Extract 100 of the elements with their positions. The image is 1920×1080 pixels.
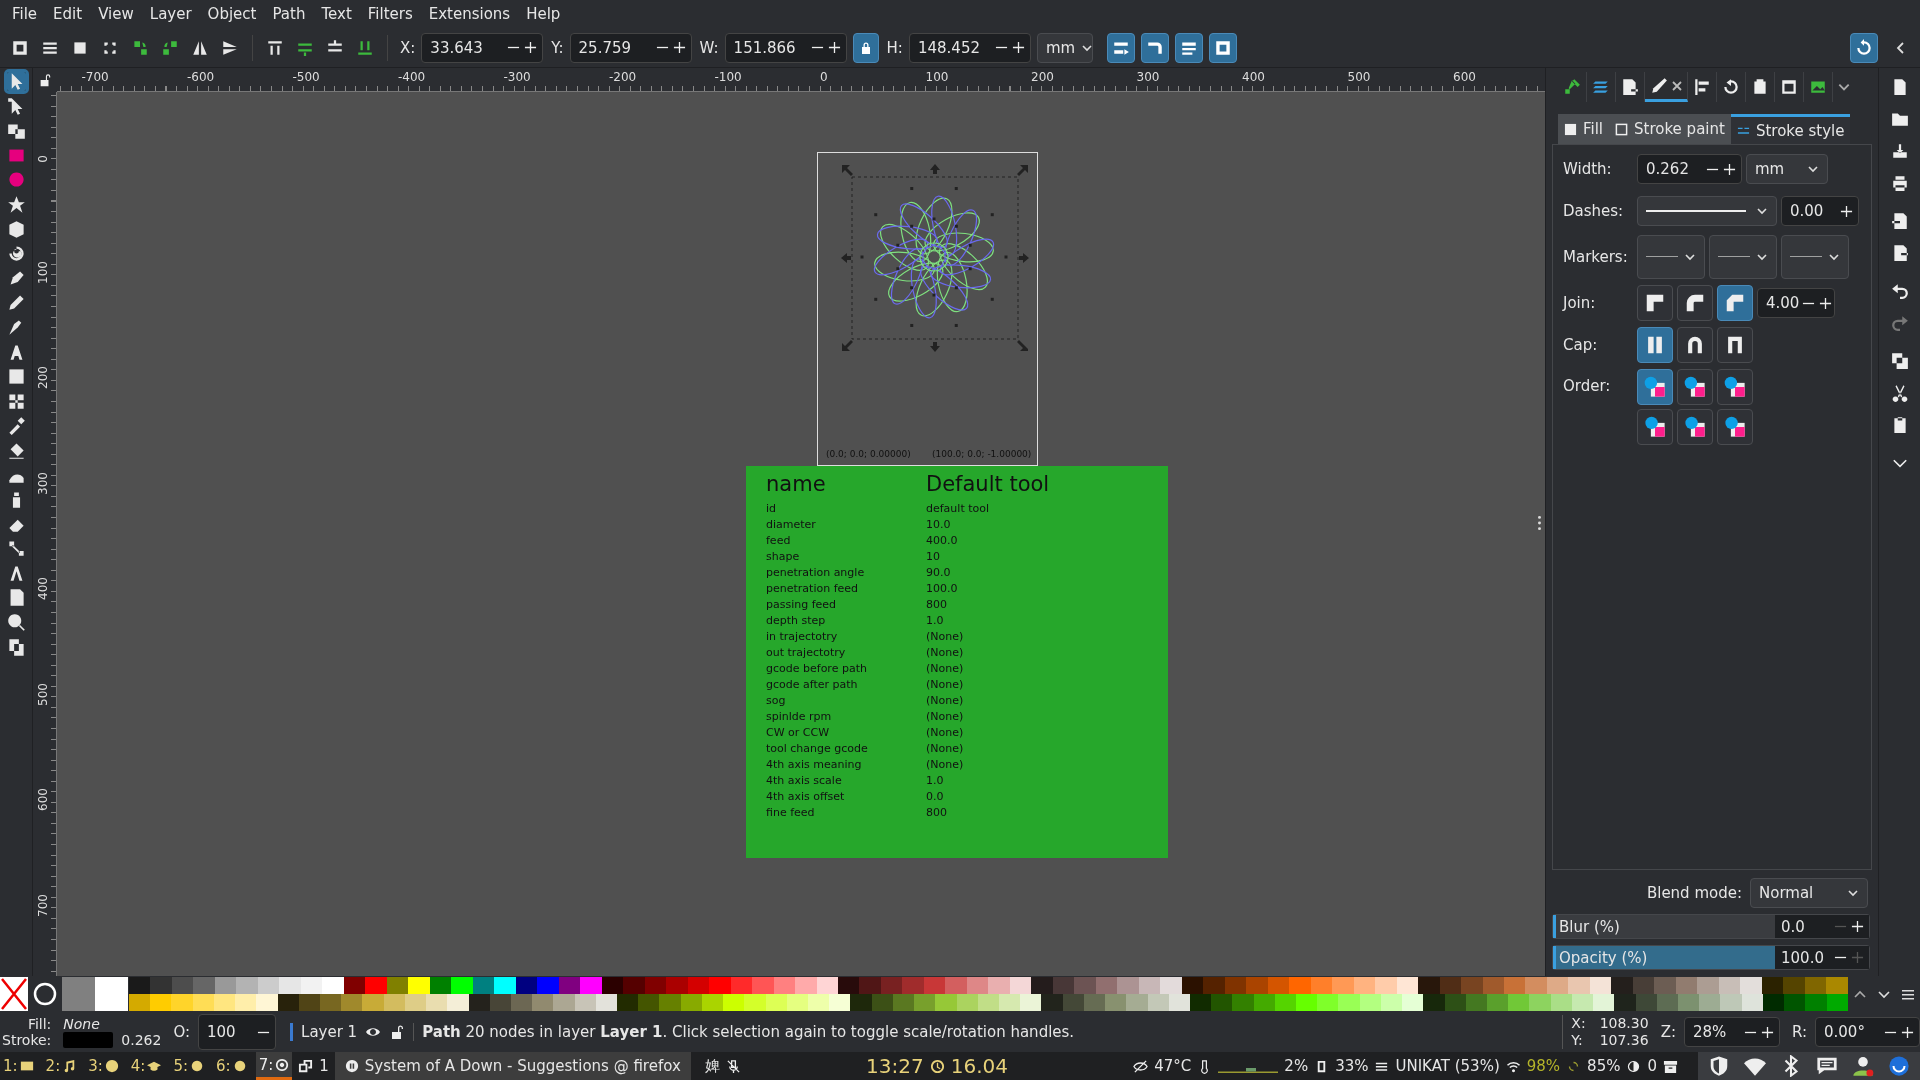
- rotation-field[interactable]: 0.00°: [1815, 1017, 1920, 1047]
- table-cell: 10.0: [926, 517, 951, 531]
- workspace-button[interactable]: 3:: [85, 1052, 122, 1080]
- zoom-field[interactable]: 28%: [1684, 1017, 1780, 1047]
- table-cell-text: spinlde rpm: [766, 709, 833, 723]
- fill-label: Fill:: [26, 1016, 52, 1032]
- menu-item[interactable]: File: [4, 3, 46, 25]
- menu-item[interactable]: Edit: [45, 3, 91, 25]
- ruler-label: 200: [36, 366, 50, 389]
- workspace-button[interactable]: 2:: [42, 1052, 80, 1080]
- menu-item[interactable]: Extensions: [420, 3, 519, 25]
- workspace-button[interactable]: 6:: [213, 1052, 250, 1080]
- ruler-label: 500: [1347, 70, 1371, 84]
- ruler-label: 600: [36, 788, 50, 811]
- cursor-x-label: X:: [1571, 1015, 1586, 1032]
- number-field[interactable]: 0.00: [1781, 196, 1859, 226]
- table-cell-text: sog: [766, 693, 787, 707]
- number-field[interactable]: 4.00: [1757, 288, 1835, 318]
- table-cell: (None): [926, 725, 964, 739]
- table-cell: (None): [926, 661, 964, 675]
- cursor-x-value: 108.30: [1599, 1015, 1649, 1032]
- opacity-field[interactable]: 100: [198, 1014, 277, 1050]
- table-cell: 100.0: [926, 581, 958, 595]
- table-cell-text: shape: [766, 549, 801, 563]
- cursor-y-value: 107.36: [1599, 1032, 1649, 1049]
- unit-dropdown[interactable]: mm: [1746, 154, 1828, 184]
- menu-item[interactable]: Text: [313, 3, 360, 25]
- table-header: Default tool: [926, 472, 1050, 496]
- menu-item[interactable]: View: [90, 3, 142, 25]
- ruler-label: 0: [820, 70, 828, 84]
- tab[interactable]: Stroke style: [1730, 114, 1851, 144]
- layer-selector[interactable]: Layer 1: [290, 1023, 358, 1041]
- clock-date: 16.04: [950, 1054, 1008, 1078]
- workspace-button[interactable]: 7:: [255, 1052, 293, 1080]
- input-method-indicator[interactable]: 婢: [704, 1056, 720, 1076]
- notification-count: 0: [1647, 1057, 1657, 1075]
- table-cell-text: CW or CCW: [766, 725, 831, 739]
- table-cell: (None): [926, 693, 964, 707]
- menu-item[interactable]: Object: [199, 3, 265, 25]
- menu-item[interactable]: Layer: [141, 3, 200, 25]
- cpu-usage: 2%: [1284, 1057, 1309, 1075]
- tab[interactable]: Fill: [1558, 114, 1610, 144]
- ruler-label: 300: [36, 471, 50, 495]
- window-count: 1: [319, 1057, 329, 1075]
- tab[interactable]: Stroke paint: [1609, 114, 1731, 144]
- battery-level: 98%: [1526, 1057, 1561, 1075]
- brightness-level: 85%: [1587, 1057, 1621, 1075]
- rotation-label: R:: [1792, 1023, 1807, 1041]
- zoom-label: Z:: [1660, 1023, 1676, 1041]
- coordinate-label: (100.0; 0.0; -1.00000): [932, 449, 1032, 459]
- table-cell: (None): [926, 677, 964, 691]
- table-cell-text: 4th axis meaning: [766, 757, 863, 771]
- workspace-button[interactable]: 1:: [0, 1052, 37, 1080]
- number-field[interactable]: 148.452: [908, 32, 1031, 63]
- table-cell-text: gcode after path: [766, 677, 859, 691]
- table-cell-text: depth step: [766, 613, 827, 627]
- slider[interactable]: Opacity (%) 100.0: [1552, 945, 1870, 970]
- workspace-button[interactable]: 4:: [127, 1052, 165, 1080]
- field-label: Y:: [551, 38, 564, 57]
- ruler-label: 100: [36, 260, 50, 284]
- ruler-label: 0: [36, 155, 50, 163]
- number-field[interactable]: 33.643: [421, 32, 544, 63]
- table-cell-text: diameter: [766, 517, 817, 531]
- table-cell: 1.0: [926, 773, 944, 787]
- number-field[interactable]: 0.262: [1637, 154, 1742, 184]
- table-cell-text: penetration feed: [766, 581, 860, 595]
- menu-item[interactable]: Filters: [359, 3, 421, 25]
- table-cell: 800: [926, 597, 947, 611]
- ruler-label: 400: [36, 577, 50, 600]
- ruler-label: 600: [1453, 70, 1476, 84]
- table-cell: (None): [926, 645, 964, 659]
- table-cell-text: passing feed: [766, 597, 838, 611]
- workspace-button[interactable]: 5:: [170, 1052, 208, 1080]
- field-label: Order:: [1563, 377, 1612, 395]
- slider-label: Blur (%): [1558, 917, 1620, 936]
- menu-item[interactable]: Help: [518, 3, 569, 25]
- table-cell-text: penetration angle: [766, 565, 866, 579]
- table-cell: (None): [926, 629, 964, 643]
- ruler-label: 700: [36, 893, 50, 917]
- menu-item[interactable]: Path: [264, 3, 314, 25]
- unit-dropdown[interactable]: mm: [1036, 32, 1093, 63]
- table-cell-text: fine feed: [766, 805, 816, 819]
- field-label: H:: [886, 38, 903, 57]
- ruler-label: 100: [925, 70, 949, 84]
- number-field[interactable]: 25.759: [569, 32, 692, 63]
- temperature: 47°C: [1154, 1057, 1192, 1075]
- window-button[interactable]: System of A Down - Suggestions @ firefox: [334, 1052, 691, 1080]
- table-cell-text: id: [766, 501, 778, 515]
- table-cell: 400.0: [926, 533, 958, 547]
- number-field[interactable]: 151.866: [724, 32, 847, 63]
- stroke-label: Stroke:: [2, 1032, 52, 1048]
- table-cell: 10: [926, 549, 940, 563]
- field-label: X:: [400, 38, 416, 57]
- table-cell: 1.0: [926, 613, 944, 627]
- coordinate-label: (0.0; 0.0; 0.00000): [826, 449, 911, 459]
- blend-mode-dropdown[interactable]: Normal: [1750, 878, 1868, 908]
- slider[interactable]: Blur (%) 0.0: [1552, 914, 1870, 939]
- table-cell: (None): [926, 709, 964, 723]
- ruler-label: -400: [398, 70, 426, 84]
- clock-time: 13:27: [866, 1054, 924, 1078]
